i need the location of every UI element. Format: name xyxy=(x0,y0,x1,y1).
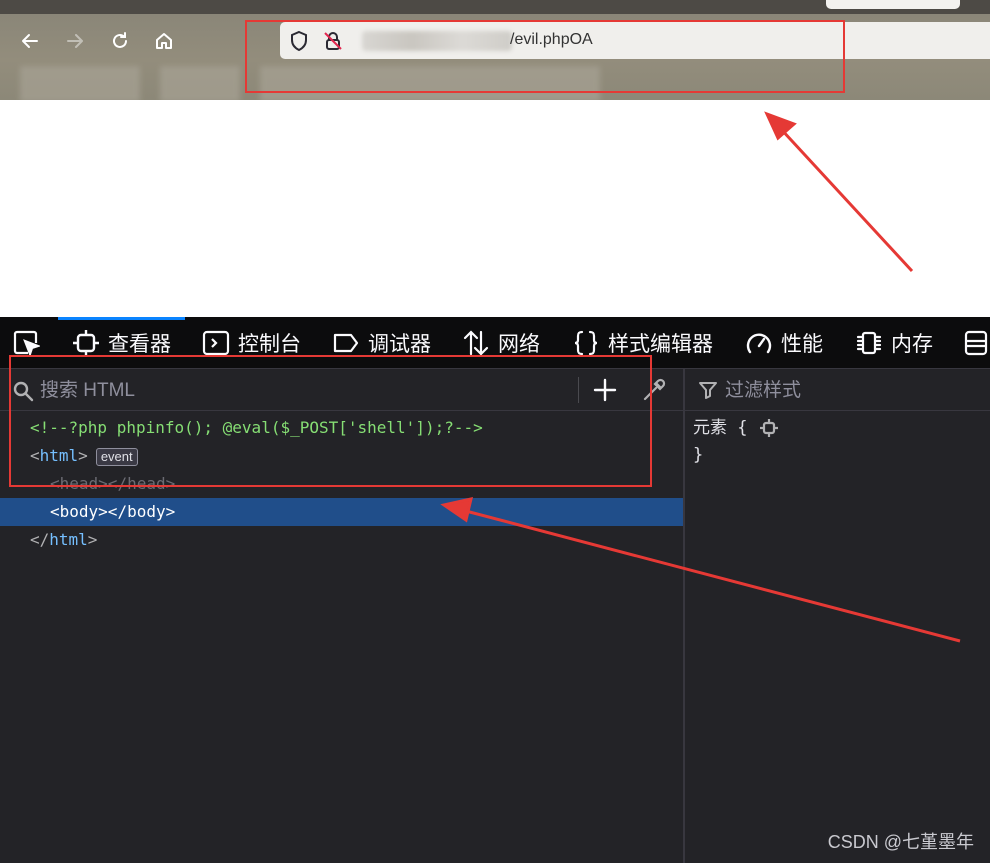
network-icon xyxy=(463,330,489,356)
reload-button[interactable] xyxy=(107,28,133,54)
tab-label: 性能 xyxy=(781,333,823,356)
tab-label: 网络 xyxy=(498,333,540,356)
debugger-icon xyxy=(333,333,359,353)
element-picker-icon xyxy=(13,330,40,357)
arrow-right-icon xyxy=(67,34,83,48)
forward-button[interactable] xyxy=(62,28,88,54)
tab-label: 样式编辑器 xyxy=(608,333,713,356)
tab-memory[interactable]: 内存 xyxy=(855,317,933,369)
tab-label: 内存 xyxy=(891,333,933,356)
element-rule: 元素 { } xyxy=(693,415,779,469)
memory-icon xyxy=(856,331,882,355)
tag-name: body xyxy=(127,502,166,521)
rule-close: } xyxy=(693,445,704,465)
tag-name: html xyxy=(49,530,88,549)
code-highlight-box xyxy=(9,355,652,487)
tab-label: 调试器 xyxy=(368,333,431,356)
tab-more[interactable] xyxy=(962,317,990,369)
filter-styles-input[interactable] xyxy=(723,377,977,405)
storage-icon xyxy=(964,330,988,356)
home-icon xyxy=(156,33,172,49)
filter-styles-row xyxy=(685,369,990,411)
tab-performance[interactable]: 性能 xyxy=(745,317,823,369)
rule-selector: 元素 { xyxy=(693,418,748,438)
tab-label: 查看器 xyxy=(108,333,171,356)
watermark: CSDN @七堇墨年 xyxy=(827,832,974,852)
html-close-node[interactable]: </html> xyxy=(0,526,683,554)
style-editor-icon xyxy=(574,330,598,356)
body-node[interactable]: <body></body> xyxy=(0,498,683,526)
rules-view: 元素 { } xyxy=(685,369,990,863)
node-icon[interactable] xyxy=(759,418,779,438)
browser-tab[interactable] xyxy=(826,0,960,9)
arrow-left-icon xyxy=(22,34,38,48)
tab-label: 控制台 xyxy=(238,333,301,356)
back-button[interactable] xyxy=(17,28,43,54)
tag-name: body xyxy=(59,502,99,521)
inspector-icon xyxy=(73,330,99,356)
reload-icon xyxy=(113,32,127,48)
performance-icon xyxy=(746,333,772,354)
url-highlight-box xyxy=(245,20,845,93)
home-button[interactable] xyxy=(151,28,177,54)
page-viewport xyxy=(0,100,990,317)
console-icon xyxy=(202,330,230,356)
filter-icon xyxy=(699,382,717,399)
